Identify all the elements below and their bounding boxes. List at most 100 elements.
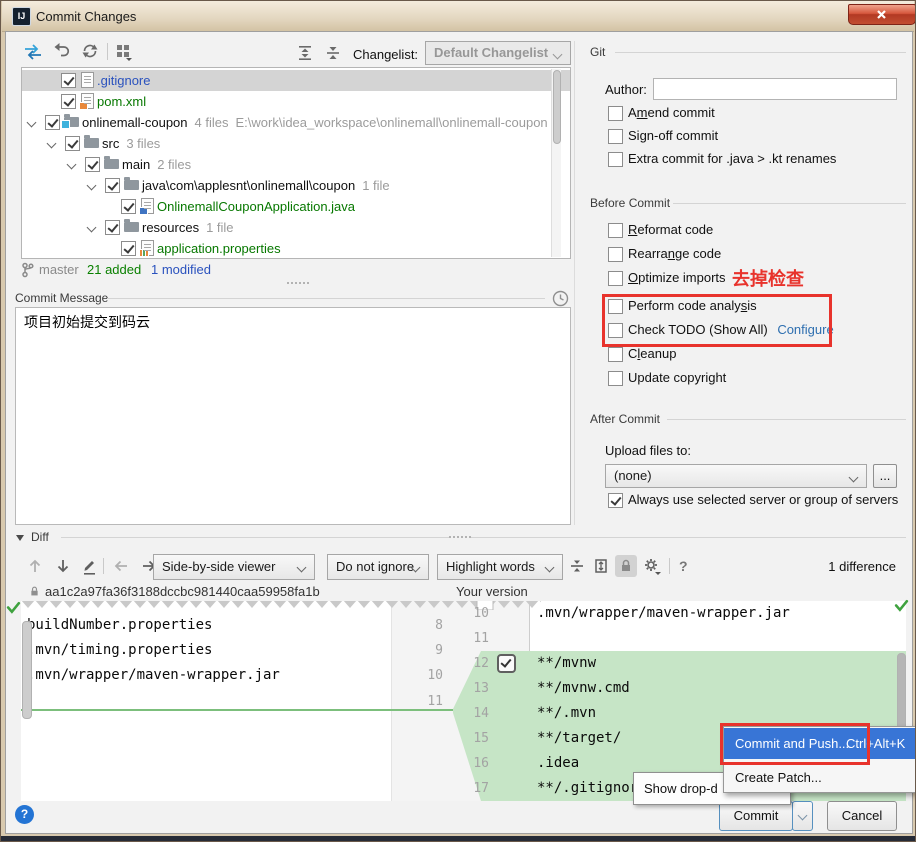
always-use-server-checkbox[interactable] bbox=[608, 493, 623, 508]
rearrange-code-label: Rearrange code bbox=[628, 246, 722, 261]
file-count: 3 files bbox=[126, 136, 161, 151]
checkbox[interactable] bbox=[85, 157, 100, 172]
expand-all-icon[interactable] bbox=[297, 45, 313, 61]
tree-row-module[interactable]: onlinemall-coupon 4 files E:\work\idea_w… bbox=[22, 112, 570, 133]
browse-servers-button[interactable]: ... bbox=[873, 464, 897, 488]
collapse-all-icon[interactable] bbox=[325, 45, 341, 61]
collapse-unchanged-icon[interactable] bbox=[569, 558, 585, 574]
viewer-mode-select[interactable]: Side-by-side viewer bbox=[153, 554, 315, 580]
message-history-icon[interactable] bbox=[552, 290, 569, 307]
changelist-label: Changelist: bbox=[353, 47, 419, 62]
insertion-line bbox=[21, 709, 453, 711]
optimize-imports-checkbox[interactable] bbox=[608, 271, 623, 286]
code-line: **/.mvn bbox=[537, 705, 597, 721]
checkbox[interactable] bbox=[105, 178, 120, 193]
left-pane-scrollbar[interactable] bbox=[22, 621, 32, 719]
expanded-chevron-icon[interactable] bbox=[66, 159, 77, 170]
code-line: **/target/ bbox=[537, 730, 622, 746]
tree-row-main[interactable]: main 2 files bbox=[22, 154, 570, 175]
lock-icon bbox=[622, 559, 630, 571]
base-revision-hash: aa1c2a97fa36f3188dccbc981440caa59958fa1b bbox=[45, 584, 320, 599]
jump-to-source-icon[interactable] bbox=[81, 557, 97, 575]
previous-difference-icon[interactable] bbox=[27, 558, 43, 574]
checkbox[interactable] bbox=[65, 136, 80, 151]
title-bar[interactable]: IJ Commit Changes bbox=[2, 1, 915, 32]
tree-row-application-java[interactable]: OnlinemallCouponApplication.java bbox=[22, 196, 570, 217]
module-folder-icon bbox=[61, 114, 79, 129]
panel-divider[interactable] bbox=[574, 41, 575, 525]
refresh-icon[interactable] bbox=[81, 42, 99, 60]
commit-dropdown-button[interactable] bbox=[792, 801, 813, 831]
after-commit-title: After Commit bbox=[590, 412, 661, 426]
xml-file-icon bbox=[79, 93, 94, 110]
synchronize-scrolling-icon[interactable] bbox=[593, 558, 609, 574]
line-number: 14 bbox=[473, 706, 489, 721]
gear-icon[interactable] bbox=[643, 557, 661, 575]
menu-item-create-patch[interactable]: Create Patch... bbox=[724, 763, 915, 792]
expanded-chevron-icon[interactable] bbox=[86, 222, 97, 233]
compare-previous-icon[interactable] bbox=[113, 558, 129, 574]
changes-tree[interactable]: .gitignore pom.xml onlinemall-coupon 4 f… bbox=[21, 67, 571, 259]
amend-commit-checkbox[interactable] bbox=[608, 106, 623, 121]
whitespace-select[interactable]: Do not ignore bbox=[327, 554, 429, 580]
sign-off-commit-checkbox[interactable] bbox=[608, 129, 623, 144]
include-change-checkbox[interactable] bbox=[497, 654, 516, 673]
rearrange-code-checkbox[interactable] bbox=[608, 247, 623, 262]
checkbox[interactable] bbox=[45, 115, 60, 130]
cleanup-checkbox[interactable] bbox=[608, 347, 623, 362]
next-difference-icon[interactable] bbox=[55, 558, 71, 574]
lock-toggle[interactable] bbox=[615, 555, 637, 577]
file-name: OnlinemallCouponApplication.java bbox=[157, 199, 356, 214]
line-number: 8 bbox=[435, 618, 443, 633]
cancel-button[interactable]: Cancel bbox=[827, 801, 897, 831]
update-copyright-checkbox[interactable] bbox=[608, 371, 623, 386]
file-count: 1 file bbox=[362, 178, 390, 193]
expanded-chevron-icon[interactable] bbox=[86, 180, 97, 191]
splitter-grip[interactable] bbox=[287, 282, 309, 284]
git-branch-icon bbox=[22, 262, 34, 278]
folder-name: onlinemall-coupon bbox=[82, 115, 188, 130]
git-section-title: Git bbox=[590, 45, 606, 59]
close-button[interactable] bbox=[848, 4, 915, 25]
tree-row-java-package[interactable]: java\com\applesnt\onlinemall\coupon 1 fi… bbox=[22, 175, 570, 196]
optimize-imports-label: Optimize imports bbox=[628, 270, 726, 285]
file-name: application.properties bbox=[157, 241, 281, 256]
commit-message-input[interactable]: 项目初始提交到码云 bbox=[15, 307, 571, 525]
tree-row-pom[interactable]: pom.xml bbox=[22, 91, 570, 112]
tree-row-gitignore[interactable]: .gitignore bbox=[22, 70, 570, 91]
changelist-value: Default Changelist bbox=[434, 45, 549, 60]
author-input[interactable] bbox=[653, 78, 897, 100]
expanded-chevron-icon[interactable] bbox=[46, 138, 57, 149]
highlight-mode-select[interactable]: Highlight words bbox=[437, 554, 563, 580]
refresh-changes-icon[interactable] bbox=[23, 43, 43, 61]
tooltip-text: Show drop-d bbox=[644, 781, 718, 796]
tree-row-resources[interactable]: resources 1 file bbox=[22, 217, 570, 238]
line-number: 11 bbox=[427, 694, 443, 709]
diff-collapse-icon[interactable] bbox=[16, 535, 24, 541]
splitter-grip[interactable] bbox=[449, 536, 471, 538]
code-line: .idea bbox=[537, 755, 580, 771]
checkbox[interactable] bbox=[61, 94, 76, 109]
chevron-down-icon bbox=[552, 49, 563, 60]
checkbox[interactable] bbox=[61, 73, 76, 88]
separator-line bbox=[107, 298, 545, 299]
checkbox[interactable] bbox=[121, 241, 136, 256]
extra-commit-checkbox[interactable] bbox=[608, 152, 623, 167]
commit-button[interactable]: Commit bbox=[719, 801, 793, 831]
checkbox[interactable] bbox=[121, 199, 136, 214]
help-button[interactable]: ? bbox=[15, 805, 34, 824]
expanded-chevron-icon[interactable] bbox=[26, 117, 37, 128]
separator-line bbox=[667, 419, 906, 420]
rollback-icon[interactable] bbox=[53, 42, 71, 60]
checkbox[interactable] bbox=[105, 220, 120, 235]
changelist-select[interactable]: Default Changelist bbox=[425, 41, 571, 65]
reformat-code-label: Reformat code bbox=[628, 222, 714, 237]
reformat-code-checkbox[interactable] bbox=[608, 223, 623, 238]
group-by-icon[interactable] bbox=[115, 43, 133, 61]
upload-server-select[interactable]: (none) bbox=[605, 464, 867, 488]
tree-row-src[interactable]: src 3 files bbox=[22, 133, 570, 154]
help-icon[interactable]: ? bbox=[679, 558, 688, 574]
tree-row-application-properties[interactable]: application.properties bbox=[22, 238, 570, 259]
toolbar-separator bbox=[669, 558, 670, 574]
tree-scrollbar[interactable] bbox=[551, 69, 561, 257]
